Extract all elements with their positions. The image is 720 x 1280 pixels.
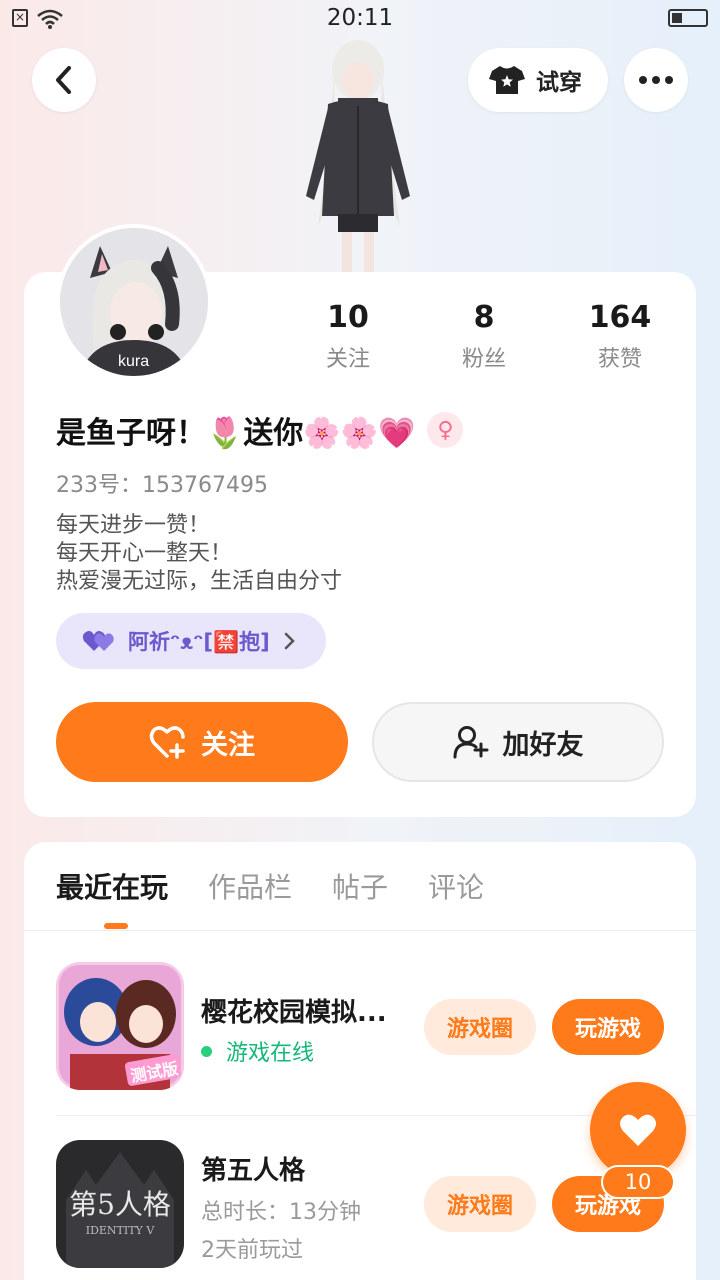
battery-icon: [668, 9, 708, 27]
play-game-button[interactable]: 玩游戏: [552, 999, 664, 1055]
user-name: 是鱼子呀！🌷送你🌸🌸💗: [56, 416, 416, 451]
female-icon: ♀: [427, 412, 464, 448]
status-bar: × 20:11: [0, 0, 720, 38]
heart-plus-icon: [149, 726, 185, 759]
bio-line: 每天进步一赞！: [56, 513, 211, 538]
game-title: 樱花校园模拟...: [201, 998, 387, 1028]
double-heart-icon: [82, 631, 114, 651]
avatar[interactable]: kura: [56, 224, 212, 380]
back-button[interactable]: [32, 48, 96, 112]
play-duration: 总时长：13分钟: [201, 1200, 361, 1225]
online-dot-icon: [201, 1045, 212, 1057]
game-row[interactable]: 第5人格 IDENTITY V 第五人格 总时长：13分钟 2天前玩过 游戏圈 …: [56, 1140, 666, 1270]
like-fab-button[interactable]: [590, 1082, 686, 1178]
add-friend-button[interactable]: 加好友: [372, 702, 664, 782]
game-circle-button[interactable]: 游戏圈: [424, 999, 536, 1055]
game-icon[interactable]: 测试版: [56, 962, 184, 1090]
game-circle-button[interactable]: 游戏圈: [424, 1176, 536, 1232]
profile-tabs: 最近在玩 作品栏 帖子 评论: [56, 866, 484, 906]
more-icon: [639, 76, 673, 84]
tab-posts[interactable]: 帖子: [332, 866, 388, 906]
sakura-school-game-icon: 测试版: [56, 962, 184, 1090]
tab-works[interactable]: 作品栏: [208, 866, 292, 906]
more-button[interactable]: [624, 48, 688, 112]
try-on-label: 试穿: [536, 70, 582, 96]
divider: [24, 930, 696, 931]
online-status: 游戏在线: [201, 1035, 314, 1067]
game-logo-subtitle: IDENTITY V: [86, 1224, 156, 1237]
avatar-hoodie-text: kura: [118, 353, 149, 370]
name-row: 是鱼子呀！🌷送你🌸🌸💗 ♀: [56, 405, 464, 455]
follow-button[interactable]: 关注: [56, 702, 348, 782]
cp-relationship-pill[interactable]: 阿祈ᵔᴥᵔ[🈲抱]: [56, 613, 326, 669]
likes-count: 164: [588, 300, 652, 335]
last-played: 2天前玩过: [201, 1238, 303, 1263]
chevron-right-icon: [284, 632, 295, 650]
like-count-badge: 10: [601, 1165, 675, 1199]
character-avatar-image: [306, 40, 410, 272]
user-bio: 每天进步一赞！ 每天开心一整天！ 热爱漫无过际，生活自由分寸: [56, 512, 342, 596]
tshirt-icon: [489, 66, 525, 94]
follow-label: 关注: [201, 729, 255, 761]
stat-following[interactable]: 10 关注: [288, 300, 408, 373]
identity-v-game-icon: 第5人格 IDENTITY V: [56, 1140, 184, 1268]
following-label: 关注: [325, 347, 370, 372]
game-logo-text: 第5人格: [69, 1188, 171, 1221]
try-on-button[interactable]: 试穿: [468, 48, 608, 112]
add-user-icon: [453, 726, 488, 759]
chevron-left-icon: [56, 66, 71, 94]
stat-followers[interactable]: 8 粉丝: [424, 300, 544, 373]
following-count: 10: [327, 300, 369, 335]
active-tab-indicator: [104, 923, 128, 929]
stat-likes[interactable]: 164 获赞: [560, 300, 680, 373]
followers-label: 粉丝: [461, 347, 506, 372]
game-icon[interactable]: 第5人格 IDENTITY V: [56, 1140, 184, 1268]
bio-line: 每天开心一整天！: [56, 541, 233, 566]
tab-recent-games[interactable]: 最近在玩: [56, 866, 168, 906]
user-id[interactable]: 233号：153767495: [56, 467, 268, 499]
tab-comments[interactable]: 评论: [428, 866, 484, 906]
likes-label: 获赞: [597, 347, 642, 372]
avatar-image: kura: [60, 228, 208, 376]
bio-line: 热爱漫无过际，生活自由分寸: [56, 569, 343, 594]
followers-count: 8: [473, 300, 495, 335]
online-status-label: 游戏在线: [226, 1041, 315, 1066]
game-row[interactable]: 测试版 樱花校园模拟... 游戏在线 游戏圈 玩游戏: [56, 962, 666, 1092]
add-friend-label: 加好友: [502, 729, 584, 761]
cp-name: 阿祈ᵔᴥᵔ[🈲抱]: [128, 630, 270, 654]
heart-icon: [620, 1114, 656, 1146]
game-title: 第五人格: [201, 1156, 306, 1186]
status-time: 20:11: [326, 5, 394, 31]
